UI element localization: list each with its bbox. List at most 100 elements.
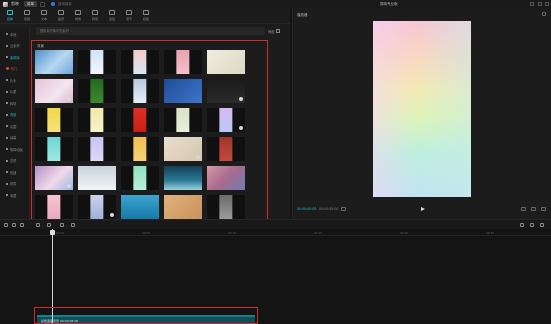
sidebar-item[interactable]: 绿幕 (0, 133, 30, 143)
sidebar-item[interactable]: 背景 (0, 110, 30, 120)
zoom-in-icon[interactable] (530, 223, 534, 227)
background-thumbnail[interactable] (78, 137, 116, 161)
background-thumbnail[interactable] (121, 108, 159, 132)
background-thumbnail[interactable] (121, 137, 159, 161)
sidebar-item[interactable]: 空镜 (0, 156, 30, 166)
playhead[interactable] (52, 229, 53, 324)
minimize-icon[interactable] (530, 2, 534, 6)
background-thumbnail[interactable] (121, 79, 159, 103)
tab-template[interactable]: 模板 (138, 9, 154, 23)
crop-icon[interactable] (521, 207, 526, 211)
background-thumbnail[interactable] (164, 195, 202, 219)
background-thumbnail[interactable] (35, 50, 73, 74)
tab-transition[interactable]: 转场 (87, 9, 103, 23)
tab-effects[interactable]: 特效 (70, 9, 86, 23)
tab-media[interactable]: 媒体 (2, 9, 18, 23)
sidebar-item[interactable]: 收藏 (0, 190, 30, 200)
sidebar-item[interactable]: 片尾 (0, 87, 30, 97)
tab-filter[interactable]: 滤镜 (104, 9, 120, 23)
background-thumbnail[interactable] (78, 79, 116, 103)
download-icon[interactable] (239, 97, 243, 101)
sidebar-item[interactable]: 搞笑 (0, 179, 30, 189)
background-thumbnail[interactable] (207, 137, 245, 161)
ratio-icon[interactable] (531, 207, 536, 211)
close-icon[interactable] (545, 2, 549, 6)
player-menu-icon[interactable] (542, 12, 546, 16)
sidebar-item[interactable]: 云素材 (0, 41, 30, 51)
background-thumbnail[interactable] (164, 166, 202, 190)
background-thumbnail[interactable] (207, 108, 245, 132)
zoom-out-icon[interactable] (520, 223, 524, 227)
tab-text[interactable]: 文本 (36, 9, 52, 23)
background-thumbnail[interactable] (164, 50, 202, 74)
thumbnail-image (219, 108, 233, 132)
sidebar-item-label: 故障动画 (10, 147, 23, 152)
playhead-handle[interactable] (50, 230, 55, 235)
background-thumbnail[interactable] (164, 137, 202, 161)
background-thumbnail[interactable] (207, 79, 245, 103)
download-icon[interactable] (67, 184, 71, 188)
tab-sticker[interactable]: 贴纸 (53, 9, 69, 23)
background-thumbnail[interactable] (35, 195, 73, 219)
mirror-icon[interactable] (71, 223, 75, 227)
background-thumbnail[interactable] (207, 166, 245, 190)
timecode-icon[interactable] (341, 207, 346, 211)
select-tool-icon[interactable] (4, 223, 8, 227)
sidebar-item[interactable]: 氛围 (0, 121, 30, 131)
tab-label: 转场 (91, 17, 98, 21)
bullet-icon (6, 136, 8, 139)
text-icon (41, 10, 47, 15)
sidebar-item[interactable]: 故障动画 (0, 144, 30, 154)
background-thumbnail[interactable] (164, 108, 202, 132)
download-icon[interactable] (110, 213, 114, 217)
background-thumbnail[interactable] (35, 166, 73, 190)
sidebar-item[interactable]: 情绪 (0, 167, 30, 177)
tab-adjust[interactable]: 调节 (121, 9, 137, 23)
background-thumbnail[interactable] (207, 195, 245, 219)
tab-label: 文本 (40, 17, 47, 21)
background-thumbnail[interactable] (121, 195, 159, 219)
background-thumbnail[interactable] (78, 195, 116, 219)
freeze-icon[interactable] (60, 223, 64, 227)
background-thumbnail[interactable] (35, 137, 73, 161)
background-thumbnail[interactable] (121, 50, 159, 74)
download-icon[interactable] (196, 155, 200, 159)
background-thumbnail[interactable] (35, 108, 73, 132)
maximize-icon[interactable] (538, 2, 542, 6)
play-icon[interactable] (421, 207, 425, 211)
clip-label: 彩色渐变背景 00:00:05:00 (41, 318, 79, 323)
timeline[interactable]: 00:00 00:05 00:10 00:15 00:20 00:25 彩色渐变背景 00… (0, 229, 551, 324)
fit-timeline-icon[interactable] (540, 223, 544, 227)
media-tabs: 媒体 音频 文本 贴纸 特效 转场 滤镜 调节 模板 (0, 8, 290, 24)
sidebar-item[interactable]: 片头 (0, 75, 30, 85)
menu-button[interactable]: 菜单 (24, 1, 37, 7)
background-thumbnail[interactable] (207, 50, 245, 74)
sidebar-item[interactable]: 素材库 (0, 52, 30, 62)
search-box[interactable] (36, 27, 265, 35)
background-thumbnail[interactable] (121, 166, 159, 190)
sidebar-item[interactable]: 本地 (0, 29, 30, 39)
download-icon[interactable] (239, 126, 243, 130)
background-thumbnail[interactable] (164, 79, 202, 103)
tab-audio[interactable]: 音频 (19, 9, 35, 23)
delete-icon[interactable] (47, 223, 51, 227)
split-icon[interactable] (36, 223, 40, 227)
search-input[interactable] (40, 29, 260, 33)
bullet-icon (6, 148, 8, 150)
download-icon[interactable] (67, 97, 71, 101)
background-thumbnail[interactable] (78, 108, 116, 132)
undo-icon[interactable] (12, 223, 16, 227)
background-thumbnail[interactable] (78, 50, 116, 74)
filter-button[interactable]: 筛选 (268, 27, 281, 35)
download-icon[interactable] (239, 68, 243, 72)
sidebar-item[interactable]: 转场 (0, 98, 30, 108)
background-thumbnail[interactable] (78, 166, 116, 190)
thumbnail-image (164, 195, 202, 219)
redo-icon[interactable] (20, 223, 24, 227)
fullscreen-icon[interactable] (541, 207, 546, 211)
thumbnail-image (164, 79, 202, 103)
timeline-clip[interactable]: 彩色渐变背景 00:00:05:00 (37, 317, 255, 324)
layout-icon[interactable] (40, 1, 45, 7)
sidebar-item[interactable]: 热门 (0, 64, 30, 74)
background-thumbnail[interactable] (35, 79, 73, 103)
